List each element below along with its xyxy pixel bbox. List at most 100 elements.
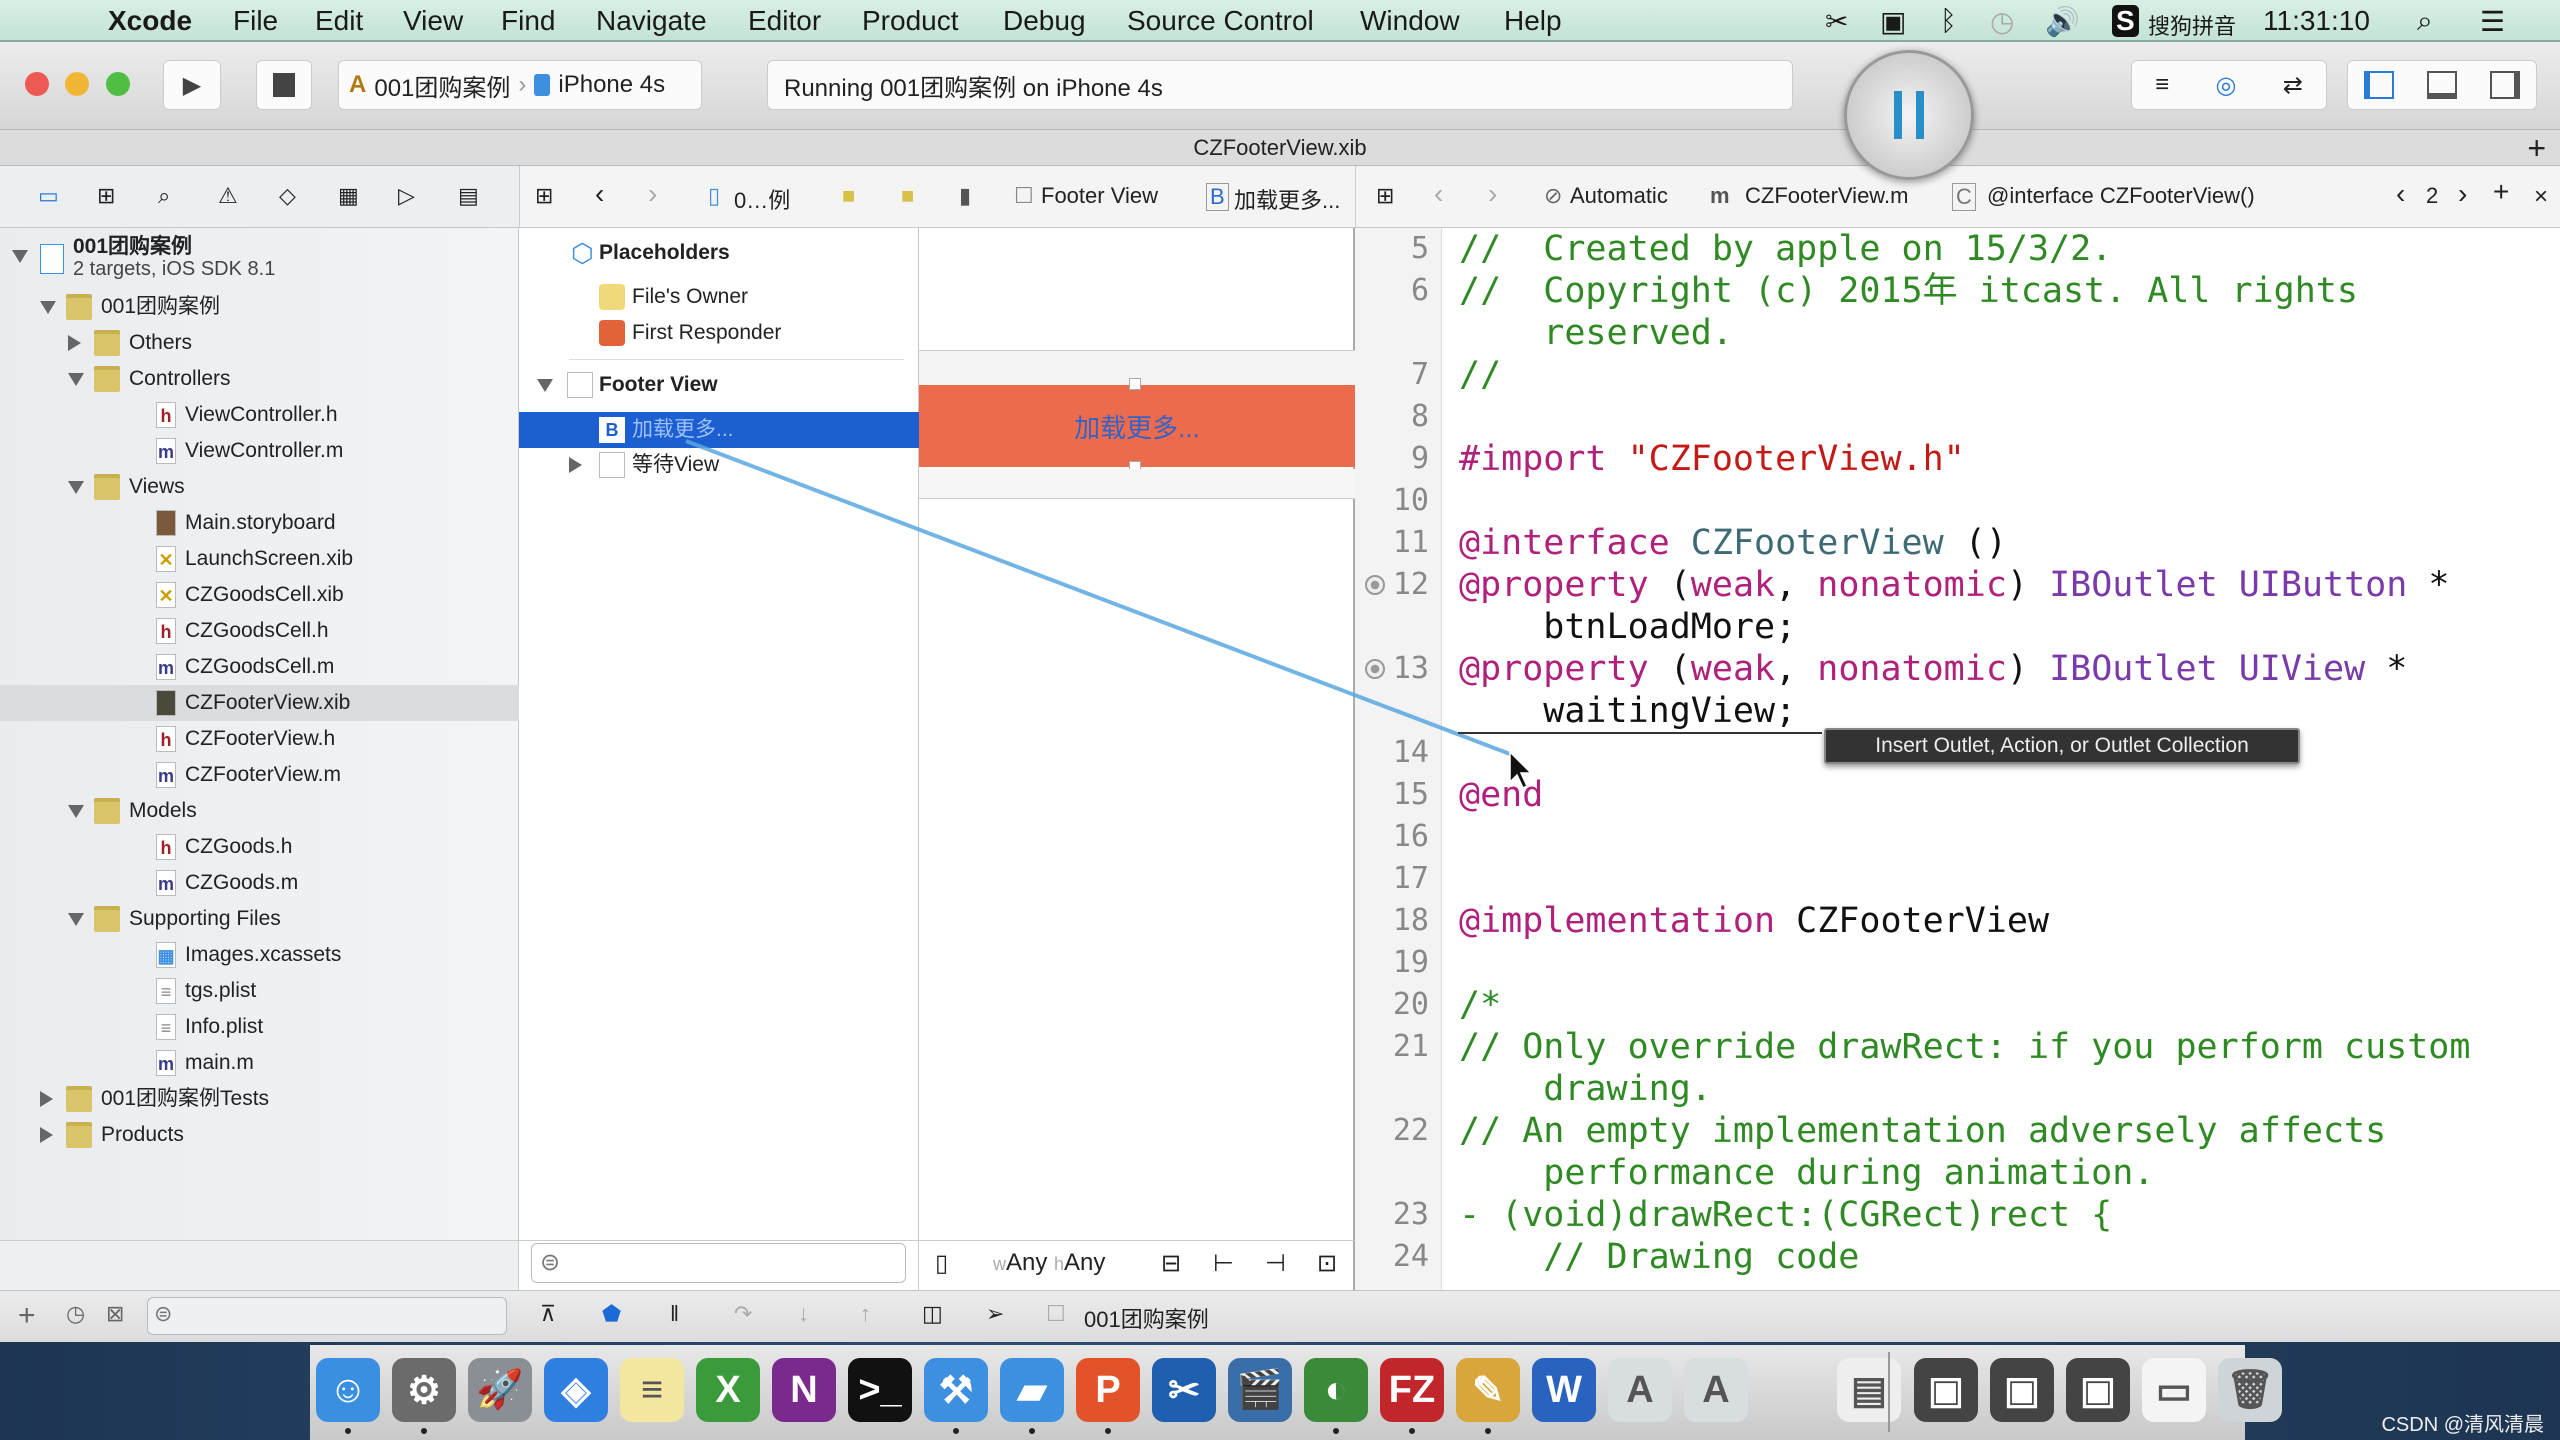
nav-item[interactable]: Supporting Files [0, 901, 519, 937]
breadcrumb-symbol[interactable]: @interface CZFooterView() [1987, 183, 2255, 209]
hide-debug-area-icon[interactable]: ⊼ [540, 1301, 556, 1327]
dock-screen-recording-icon[interactable]: ▣ [1914, 1358, 1978, 1422]
dock-trash-icon[interactable]: 🗑 [2218, 1358, 2282, 1422]
disclosure-triangle-icon[interactable] [68, 481, 84, 494]
nav-item[interactable]: Main.storyboard [0, 505, 519, 541]
breadcrumb-button[interactable]: 加载更多... [1234, 183, 1340, 215]
menu-edit[interactable]: Edit [315, 5, 363, 37]
menu-xcode[interactable]: Xcode [108, 5, 192, 37]
sogou-icon[interactable]: S [2112, 5, 2139, 37]
bluetooth-icon[interactable]: ᛒ [1940, 5, 1957, 37]
folder-icon[interactable]: ■ [901, 183, 914, 209]
view-debugging-icon[interactable]: ◫ [922, 1301, 943, 1327]
outline-files-owner[interactable]: File's Owner [519, 279, 919, 315]
nav-item[interactable]: m CZFooterView.m [0, 757, 519, 793]
dock-document-icon[interactable]: ▤ [1837, 1358, 1901, 1422]
disclosure-triangle-icon[interactable] [40, 1091, 53, 1107]
dock-screen-recording-icon[interactable]: ▣ [2066, 1358, 2130, 1422]
disclosure-triangle-icon[interactable] [569, 457, 582, 473]
run-button[interactable]: ▶ [163, 60, 221, 110]
nav-item[interactable]: Products [0, 1117, 519, 1153]
test-navigator-icon[interactable]: ◇ [279, 183, 296, 209]
folder-icon[interactable]: ■ [842, 183, 855, 209]
disclosure-triangle-icon[interactable] [68, 373, 84, 386]
step-out-icon[interactable]: ↑ [860, 1301, 871, 1327]
debug-navigator-icon[interactable]: ▦ [338, 183, 359, 209]
dock-terminal-icon[interactable]: >_ [848, 1358, 912, 1422]
nav-item[interactable]: 001团购案例Tests [0, 1081, 519, 1117]
menu-product[interactable]: Product [862, 5, 959, 37]
pause-execution-icon[interactable]: ‖ [670, 1301, 679, 1327]
dock-powerpoint-icon[interactable]: P [1076, 1358, 1140, 1422]
dock-xcode-icon[interactable]: ⚒ [924, 1358, 988, 1422]
dock-safari-icon[interactable]: ◈ [544, 1358, 608, 1422]
dock-notes-icon[interactable]: ≡ [620, 1358, 684, 1422]
nav-item[interactable]: ≡ tgs.plist [0, 973, 519, 1009]
resolve-issues-icon[interactable]: ⊣ [1265, 1249, 1286, 1278]
nav-item[interactable]: m CZGoodsCell.m [0, 649, 519, 685]
scissors-icon[interactable]: ✂ [1825, 5, 1848, 38]
dock-app-a-icon[interactable]: A [1608, 1358, 1672, 1422]
resizing-icon[interactable]: ⊡ [1317, 1249, 1337, 1278]
outlet-connection-circle-icon[interactable] [1365, 575, 1385, 595]
previous-counterpart-button[interactable]: ‹ [2396, 178, 2405, 210]
nav-item[interactable]: m main.m [0, 1045, 519, 1081]
menu-editor[interactable]: Editor [748, 5, 821, 37]
version-editor-icon[interactable]: ⇄ [2283, 71, 2303, 100]
scheme-selector[interactable]: A 001团购案例 › iPhone 4s [338, 60, 702, 110]
debug-area-toggle-icon[interactable] [2426, 71, 2457, 99]
dock-scissors-app-icon[interactable]: ✂ [1152, 1358, 1216, 1422]
nav-item[interactable]: h ViewController.h [0, 397, 519, 433]
outline-first-responder[interactable]: First Responder [519, 315, 919, 351]
zoom-window-button[interactable] [106, 72, 130, 96]
nav-item[interactable]: Views [0, 469, 519, 505]
next-counterpart-button[interactable]: › [2458, 178, 2467, 210]
dock-video-app-icon[interactable]: 🎬 [1228, 1358, 1292, 1422]
breakpoint-navigator-icon[interactable]: ▷ [398, 183, 415, 209]
assistant-editor-icon[interactable]: ◎ [2215, 71, 2236, 100]
menu-clock[interactable]: 11:31:10 [2263, 5, 2370, 37]
screen-record-icon[interactable]: ▣ [1880, 5, 1906, 38]
dock-system-preferences-icon[interactable]: ⚙ [392, 1358, 456, 1422]
time-machine-icon[interactable]: ◷ [1990, 5, 2014, 38]
menu-help[interactable]: Help [1504, 5, 1562, 37]
size-class-control[interactable]: wAny hAny [993, 1249, 1105, 1277]
xib-file-icon[interactable]: ▮ [959, 183, 971, 209]
breakpoints-toggle-icon[interactable]: ⬟ [602, 1301, 621, 1327]
outline-filter-input[interactable]: ⊜ [531, 1243, 906, 1283]
disclosure-triangle-icon[interactable] [40, 301, 56, 314]
outline-placeholders[interactable]: ⬡ Placeholders [519, 235, 919, 271]
dock-launchpad-icon[interactable]: 🚀 [468, 1358, 532, 1422]
breadcrumb-project[interactable]: 0…例 [734, 183, 790, 215]
assistant-mode[interactable]: Automatic [1570, 183, 1668, 209]
notification-center-icon[interactable]: ☰ [2480, 5, 2505, 38]
navigator-filter-input[interactable]: ⊜ [147, 1297, 507, 1335]
menu-navigate[interactable]: Navigate [596, 5, 707, 37]
dock-onenote-icon[interactable]: N [772, 1358, 836, 1422]
report-navigator-icon[interactable]: ▤ [458, 183, 479, 209]
align-icon[interactable]: ⊟ [1161, 1249, 1181, 1278]
dock-filezilla-icon[interactable]: FZ [1380, 1358, 1444, 1422]
outline-waiting-view[interactable]: 等待View [519, 447, 919, 483]
load-more-button-preview[interactable]: 加载更多... [919, 385, 1355, 467]
close-assistant-button[interactable]: × [2534, 183, 2548, 211]
dock-word-icon[interactable]: W [1532, 1358, 1596, 1422]
minimize-window-button[interactable] [65, 72, 89, 96]
pin-icon[interactable]: ⊢ [1213, 1249, 1234, 1278]
nav-item[interactable]: ✕ CZGoodsCell.xib [0, 577, 519, 613]
disclosure-triangle-icon[interactable] [40, 1127, 53, 1143]
recent-files-icon[interactable]: ◷ [66, 1301, 85, 1327]
outlet-connection-circle-icon[interactable] [1365, 659, 1385, 679]
tab-czfooterview-xib[interactable]: CZFooterView.xib [1193, 135, 1366, 160]
project-navigator-icon[interactable]: ▭ [38, 183, 59, 209]
spotlight-search-icon[interactable]: ⌕ [2417, 5, 2433, 38]
breadcrumb-file[interactable]: CZFooterView.m [1745, 183, 1908, 209]
menu-file[interactable]: File [233, 5, 278, 37]
disclosure-triangle-icon[interactable] [68, 805, 84, 818]
volume-icon[interactable]: 🔊 [2045, 5, 2080, 38]
utilities-toggle-icon[interactable] [2489, 71, 2520, 99]
step-over-icon[interactable]: ↷ [734, 1301, 752, 1327]
toggle-outline-icon[interactable]: ▯ [935, 1249, 948, 1278]
dock-excel-icon[interactable]: X [696, 1358, 760, 1422]
find-navigator-icon[interactable]: ⌕ [158, 183, 170, 209]
